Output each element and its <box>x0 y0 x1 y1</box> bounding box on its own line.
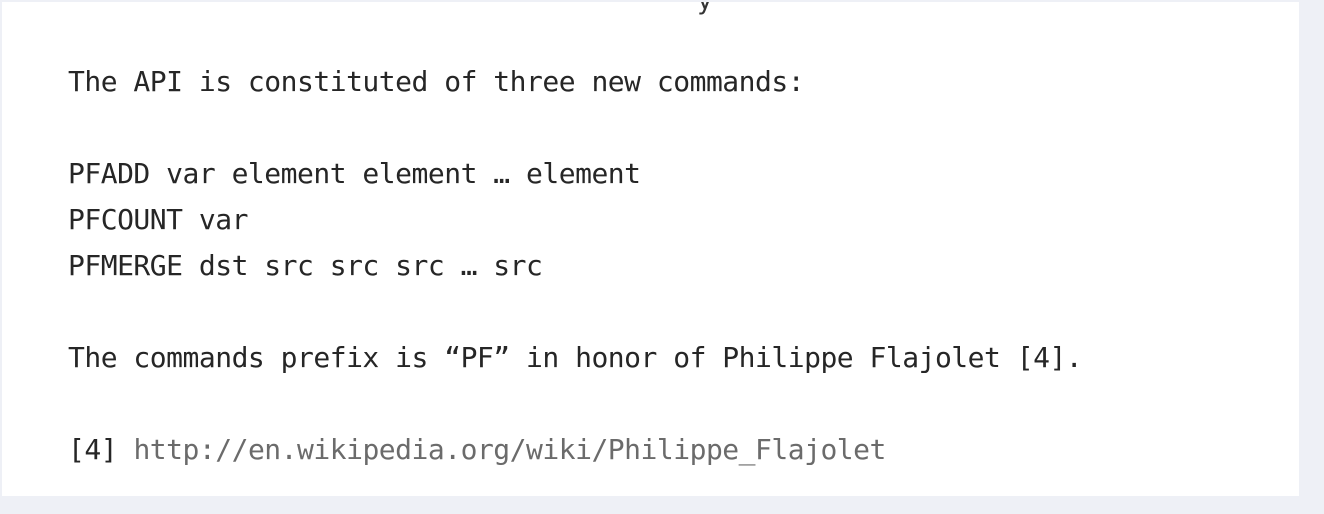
command-pfcount: PFCOUNT var <box>68 203 248 236</box>
document-panel: y The API is constituted of three new co… <box>2 2 1299 496</box>
command-pfadd: PFADD var element element … element <box>68 157 641 190</box>
footnote-marker: [4] <box>68 433 118 466</box>
command-pfmerge: PFMERGE dst src src src … src <box>68 249 543 282</box>
footnote-link[interactable]: http://en.wikipedia.org/wiki/Philippe_Fl… <box>133 433 886 466</box>
footnote: [4] http://en.wikipedia.org/wiki/Philipp… <box>68 432 886 468</box>
intro-paragraph: The API is constituted of three new comm… <box>68 65 805 98</box>
prefix-note-paragraph: The commands prefix is “PF” in honor of … <box>68 341 1083 374</box>
cut-off-text-fragment: y <box>697 2 713 14</box>
